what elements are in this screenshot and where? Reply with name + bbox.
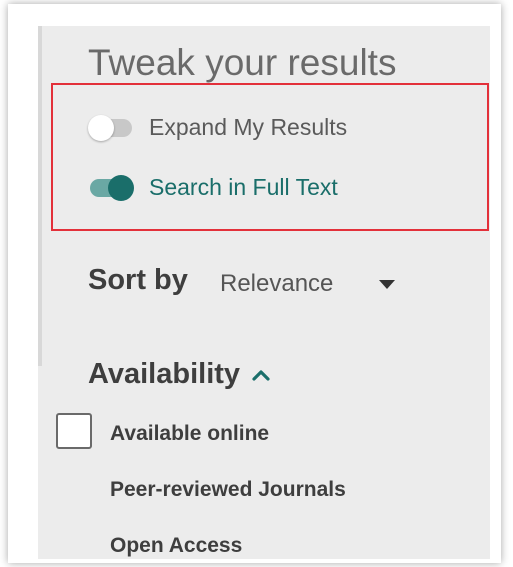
panel-divider	[38, 26, 42, 366]
chevron-up-icon	[252, 369, 270, 381]
available-online-checkbox[interactable]	[56, 413, 92, 449]
panel-title: Tweak your results	[88, 42, 397, 83]
facet-open-access[interactable]: Open Access	[110, 534, 242, 558]
expand-results-toggle-row[interactable]: Expand My Results	[88, 114, 347, 141]
highlight-annotation	[51, 83, 489, 231]
expand-results-label: Expand My Results	[149, 114, 348, 140]
facet-peer-reviewed[interactable]: Peer-reviewed Journals	[110, 478, 346, 502]
availability-title: Availability	[88, 358, 241, 390]
full-text-toggle[interactable]	[88, 174, 134, 201]
availability-section-header[interactable]: Availability	[88, 358, 272, 391]
sort-selected-value: Relevance	[220, 270, 334, 297]
caret-down-icon	[379, 280, 395, 289]
toggle-knob	[108, 174, 134, 201]
toggle-knob	[88, 114, 114, 141]
full-text-toggle-row[interactable]: Search in Full Text	[88, 174, 338, 201]
facet-available-online[interactable]: Available online	[110, 422, 269, 446]
full-text-label: Search in Full Text	[149, 174, 338, 200]
expand-results-toggle[interactable]	[88, 114, 134, 141]
sort-select[interactable]: Relevance	[218, 264, 408, 310]
sort-by-label: Sort by	[88, 264, 188, 296]
facet-panel-frame: Tweak your results Expand My Results Sea…	[8, 4, 501, 563]
